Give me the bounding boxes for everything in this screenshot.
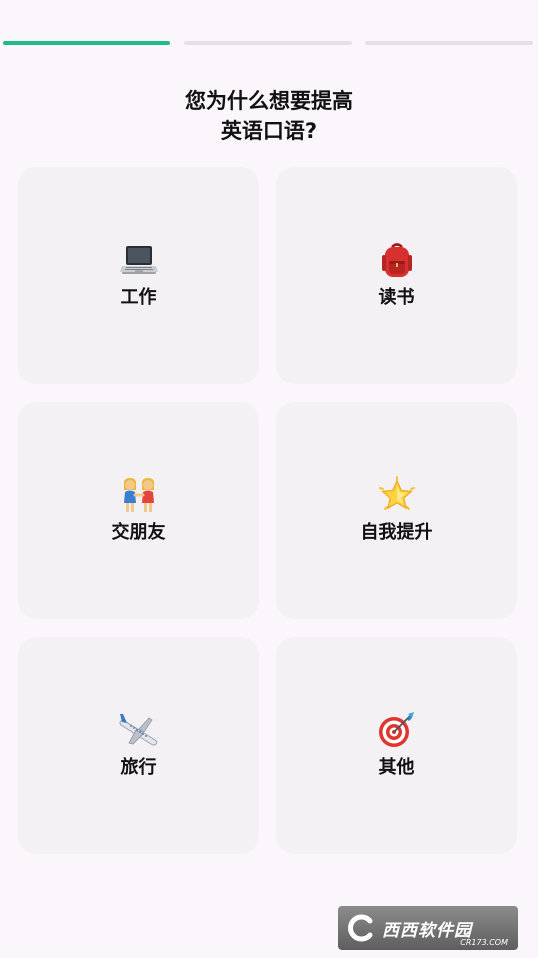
option-card-study[interactable]: 读书: [276, 167, 517, 384]
watermark-logo: 西西软件园 CR173.COM: [338, 906, 518, 950]
progress-step-3: [365, 41, 533, 45]
page-title: 您为什么想要提高 英语口语?: [0, 86, 538, 146]
two-women-holding-hands-icon: [18, 476, 259, 514]
option-card-work[interactable]: 工作: [18, 167, 259, 384]
watermark-text: 西西软件园: [382, 920, 472, 941]
option-card-travel[interactable]: 旅行: [18, 637, 259, 854]
glowing-star-icon: [276, 476, 517, 514]
page-title-line-2: 英语口语?: [220, 119, 318, 143]
option-label: 旅行: [120, 757, 157, 778]
laptop-icon: [18, 241, 259, 279]
airplane-icon: [18, 711, 259, 749]
option-label: 读书: [378, 287, 415, 308]
watermark-subtext: CR173.COM: [460, 938, 508, 947]
option-card-make-friends[interactable]: 交朋友: [18, 402, 259, 619]
option-card-other[interactable]: 其他: [276, 637, 517, 854]
watermark-c-icon: [348, 914, 373, 942]
option-label: 工作: [120, 287, 157, 308]
option-label: 其他: [378, 757, 415, 778]
option-label: 自我提升: [360, 522, 433, 543]
progress-step-2: [184, 41, 352, 45]
backpack-icon: [276, 241, 517, 279]
option-card-self-improvement[interactable]: 自我提升: [276, 402, 517, 619]
option-label: 交朋友: [111, 522, 166, 543]
page-title-line-1: 您为什么想要提高: [185, 89, 353, 113]
progress-step-1: [3, 41, 170, 45]
dart-target-icon: [276, 711, 517, 749]
progress-bar: [3, 41, 533, 45]
